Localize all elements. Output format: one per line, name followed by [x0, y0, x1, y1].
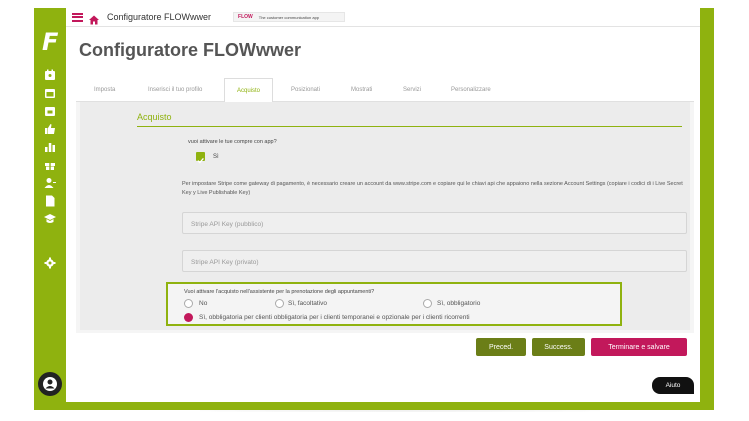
gear-icon[interactable] [43, 256, 57, 270]
section-divider [137, 126, 682, 127]
radio-mandatory-new-clients-label: Sì, obbligatoria per clienti obbligatori… [199, 314, 470, 321]
home-icon[interactable] [89, 12, 99, 25]
frame-right-edge [700, 14, 710, 410]
radio-no[interactable] [184, 299, 193, 308]
tab-imposta[interactable]: Imposta [94, 78, 115, 102]
user-add-icon[interactable] [43, 176, 57, 190]
app-logo[interactable]: F [42, 28, 58, 56]
radio-mandatory[interactable] [423, 299, 432, 308]
sidebar: F [34, 8, 66, 402]
stripe-info-text: Per impostare Stripe come gateway di pag… [182, 181, 683, 196]
bar-chart-icon[interactable] [43, 140, 57, 154]
radio-mandatory-label: Sì, obbligatorio [437, 300, 481, 307]
radio-optional-label: Sì, facoltativo [288, 300, 328, 307]
calendar-check-icon[interactable] [43, 104, 57, 118]
app-title: Configuratore FLOWwwer [107, 12, 212, 22]
page-title: Configuratore FLOWwwer [79, 40, 301, 60]
check-icon [197, 157, 204, 164]
promo-text: The customer communication app [258, 14, 320, 20]
radio-optional[interactable] [275, 299, 284, 308]
radio-no-label: No [199, 300, 208, 307]
document-icon[interactable] [43, 194, 57, 208]
tab-personalizzare[interactable]: Personalizzare [451, 78, 491, 102]
finish-save-button[interactable]: Terminare e salvare [591, 338, 687, 356]
radio-mandatory-new-clients[interactable] [184, 313, 193, 322]
tab-profilo[interactable]: Inserisci il tuo profilo [148, 78, 202, 102]
tab-acquisto[interactable]: Acquisto [224, 78, 274, 103]
user-circle-icon [43, 377, 57, 391]
booking-purchase-question: Vuoi attivare l'acquisto nell'assistente… [184, 289, 375, 295]
menu-icon[interactable] [72, 12, 83, 22]
calendar-user-icon[interactable] [43, 68, 57, 82]
avatar[interactable] [38, 372, 62, 396]
top-bar: Configuratore FLOWwwer FLOW The customer… [66, 8, 700, 27]
promo-logo: FLOW [238, 14, 253, 20]
tab-bar: Imposta Inserisci il tuo profilo Acquist… [76, 78, 694, 103]
calendar-icon[interactable] [43, 86, 57, 100]
section-title: Acquisto [137, 112, 172, 122]
tab-posizionati[interactable]: Posizionati [291, 78, 320, 102]
stripe-public-key-field[interactable] [182, 212, 687, 235]
help-button[interactable]: Aiuto [652, 377, 694, 394]
app-purchase-checkbox[interactable] [196, 152, 205, 164]
tab-servizi[interactable]: Servizi [403, 78, 421, 102]
next-button[interactable]: Success. [532, 338, 585, 356]
stripe-private-key-field[interactable] [182, 250, 687, 273]
app-purchase-checkbox-label: Sì [213, 154, 219, 160]
promo-banner[interactable]: FLOW The customer communication app [233, 12, 346, 22]
thumbs-up-icon[interactable] [43, 122, 57, 136]
app-purchase-question: vuoi attivare le tue compre con app? [188, 139, 277, 145]
stripe-public-key-input[interactable] [183, 214, 686, 235]
gift-icon[interactable] [43, 158, 57, 172]
tab-mostrati[interactable]: Mostrati [351, 78, 372, 102]
prev-button[interactable]: Preced. [476, 338, 526, 356]
stripe-private-key-input[interactable] [183, 252, 686, 273]
graduation-icon[interactable] [43, 212, 57, 226]
